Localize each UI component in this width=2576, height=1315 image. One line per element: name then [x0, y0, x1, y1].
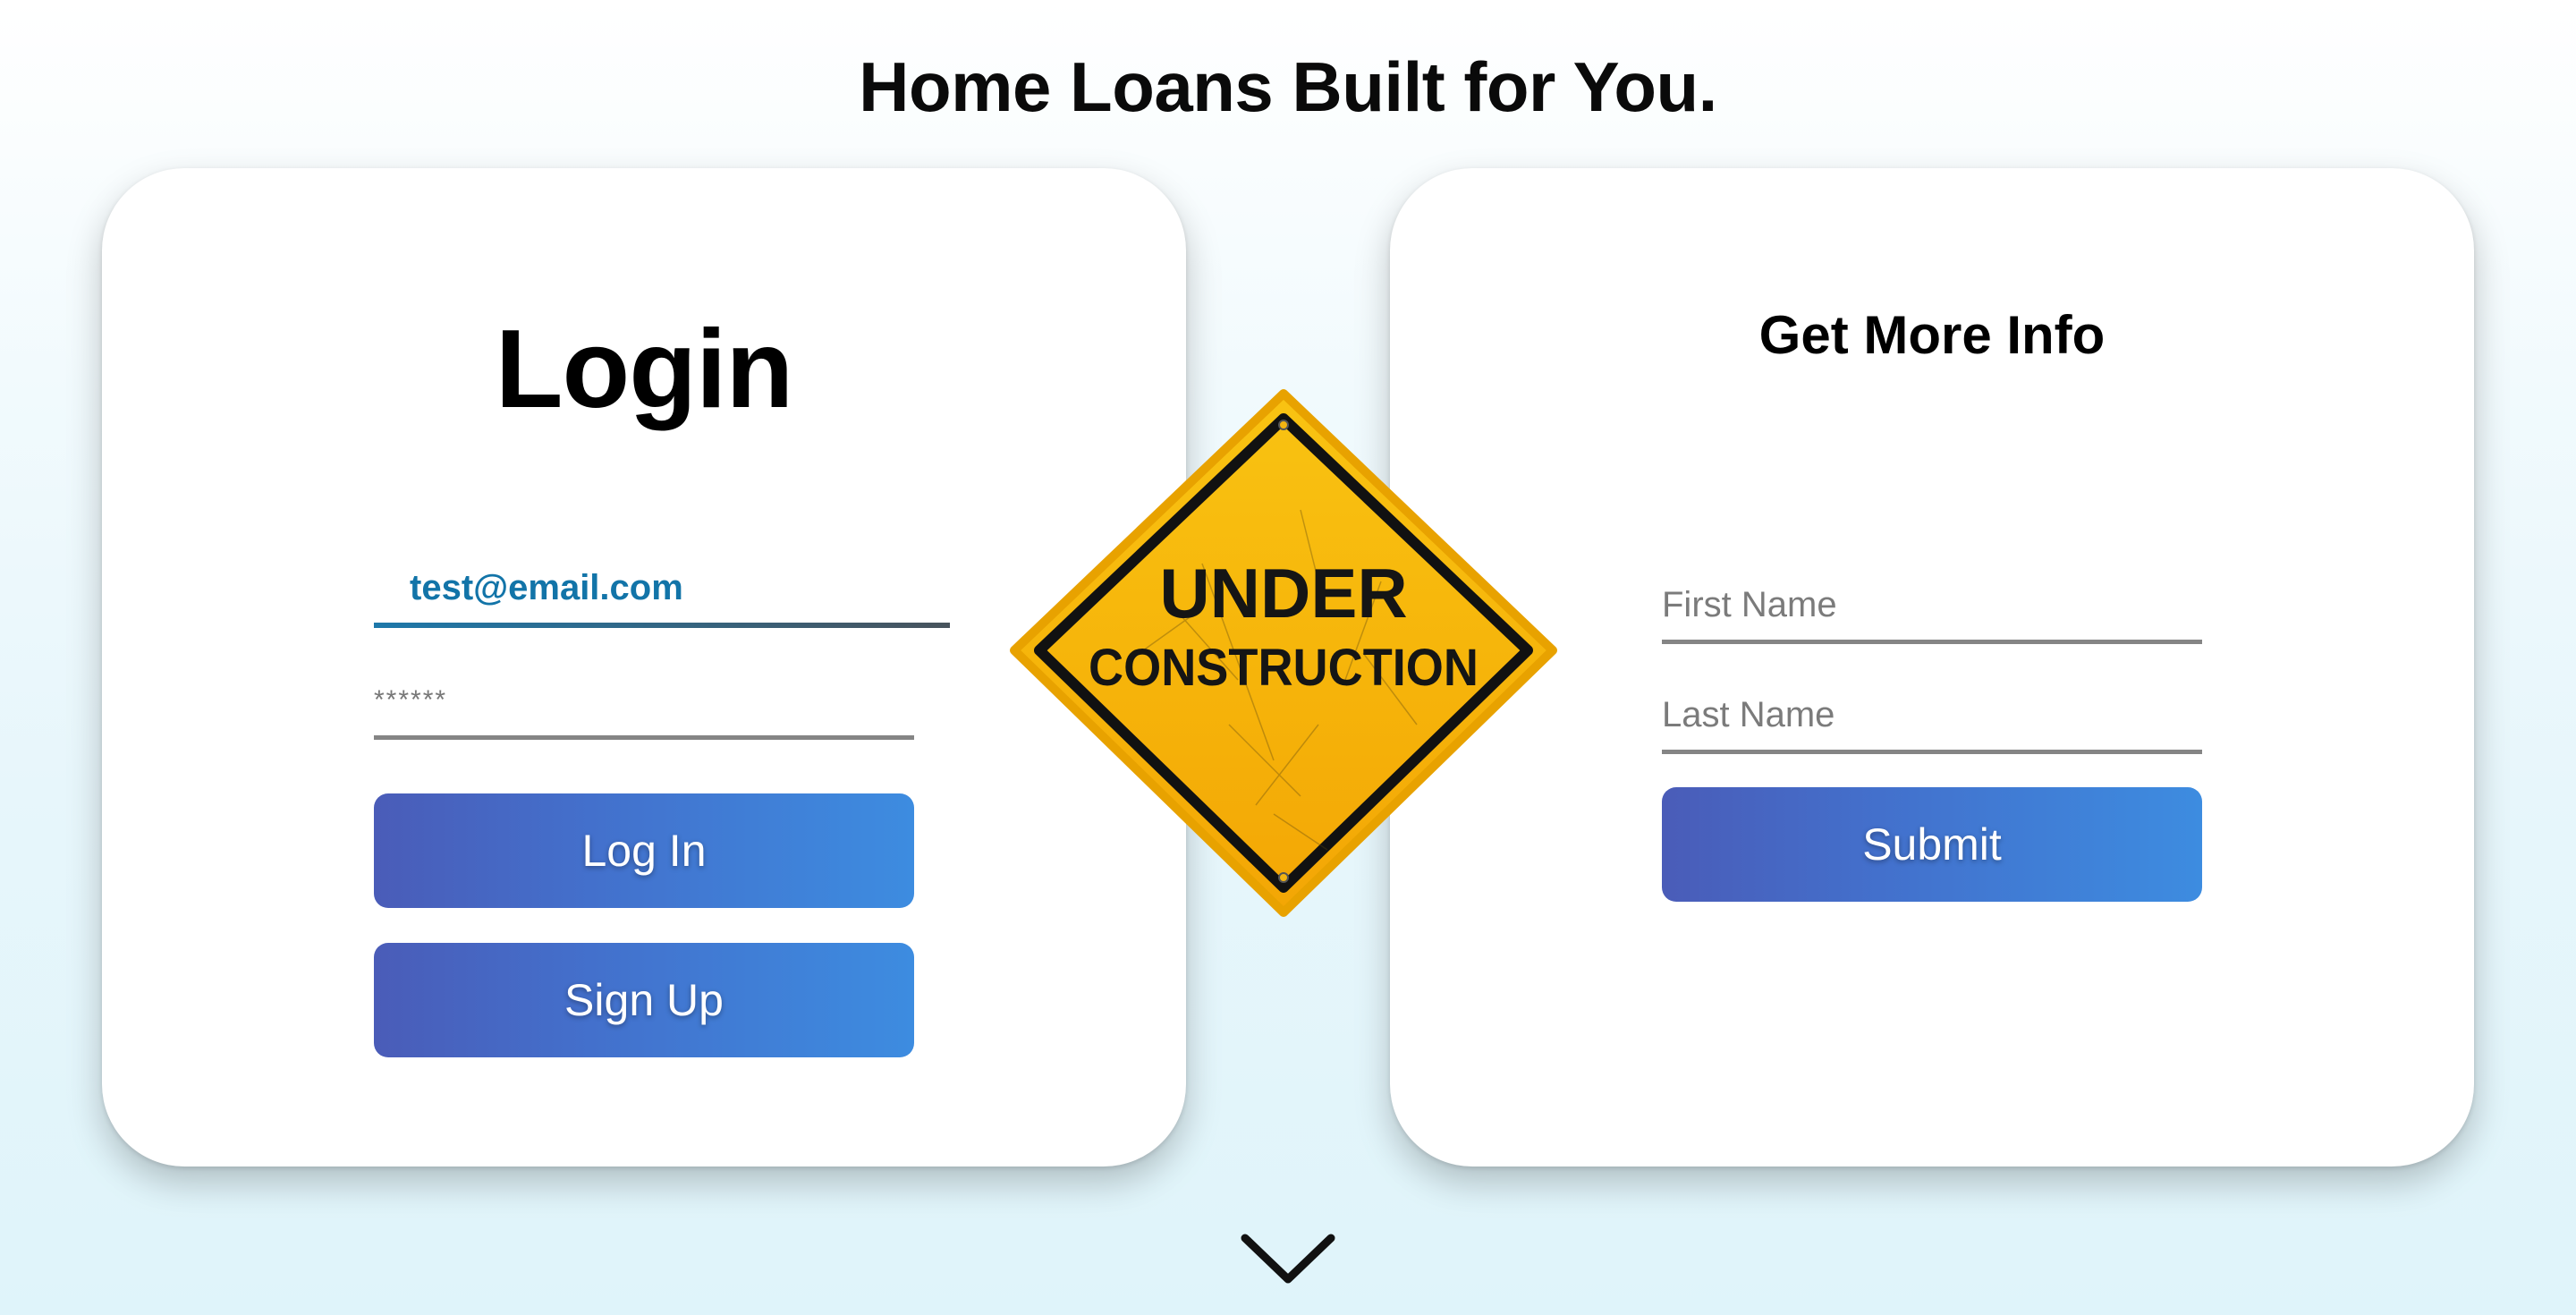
email-input[interactable]: [374, 553, 950, 628]
sign-text-under: UNDER: [1159, 554, 1407, 632]
first-name-field[interactable]: [1662, 571, 2202, 644]
chevron-down-icon[interactable]: [1240, 1231, 1336, 1288]
sign-bolt-top: [1278, 420, 1289, 430]
last-name-field[interactable]: [1662, 681, 2202, 754]
login-button[interactable]: Log In: [374, 793, 914, 908]
signup-button[interactable]: Sign Up: [374, 943, 914, 1057]
page-title: Home Loans Built for You.: [859, 47, 1717, 126]
under-construction-sign: UNDER CONSTRUCTION: [1010, 389, 1557, 917]
info-title: Get More Info: [1758, 305, 2106, 365]
sign-text-construction: CONSTRUCTION: [1089, 639, 1479, 697]
submit-button[interactable]: Submit: [1662, 787, 2202, 902]
password-input[interactable]: [374, 665, 914, 740]
sign-bolt-bottom: [1278, 872, 1289, 883]
